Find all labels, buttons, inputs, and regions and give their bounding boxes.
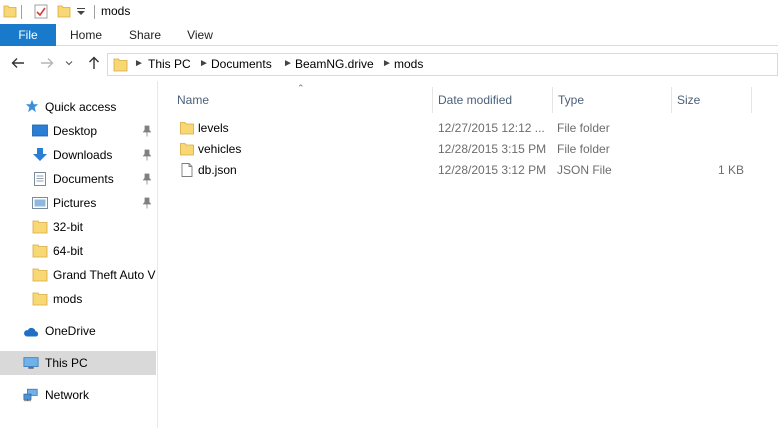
pin-icon[interactable]	[142, 125, 152, 137]
customize-toolbar-icon[interactable]	[77, 8, 85, 16]
nav-label: Documents	[53, 172, 114, 186]
up-arrow-icon[interactable]	[86, 55, 102, 71]
cloud-icon	[24, 327, 39, 337]
nav-item-downloads[interactable]: Downloads	[0, 143, 156, 167]
tab-share[interactable]: Share	[129, 24, 161, 46]
pin-icon[interactable]	[142, 197, 152, 209]
title-divider	[94, 5, 95, 19]
file-icon	[181, 163, 193, 177]
address-bar[interactable]: ► This PC ► Documents ► BeamNG.drive ► m…	[107, 53, 778, 76]
folder-icon	[32, 220, 48, 234]
forward-arrow-icon[interactable]	[39, 55, 55, 71]
column-header-type[interactable]: Type	[552, 85, 671, 115]
folder-icon	[32, 244, 48, 258]
list-item[interactable]: db.json 12/28/2015 3:12 PM JSON File 1 K…	[174, 160, 764, 181]
nav-this-pc[interactable]: This PC	[0, 351, 156, 375]
breadcrumb-separator-icon[interactable]: ►	[283, 58, 293, 69]
breadcrumb-this-pc[interactable]: This PC	[148, 57, 191, 71]
column-header-date-modified[interactable]: Date modified	[432, 85, 552, 115]
file-type: File folder	[557, 121, 610, 135]
file-size: 1 KB	[717, 163, 744, 177]
nav-label: Pictures	[53, 196, 97, 210]
file-type: JSON File	[557, 163, 612, 177]
breadcrumb-mods[interactable]: mods	[394, 57, 423, 71]
folder-icon	[180, 122, 194, 135]
nav-item-desktop[interactable]: Desktop	[0, 119, 156, 143]
nav-label: Desktop	[53, 124, 98, 138]
toolbar-divider	[21, 5, 22, 19]
nav-label: 64-bit	[53, 244, 84, 258]
breadcrumb-separator-icon[interactable]: ►	[382, 58, 392, 69]
nav-item-32-bit[interactable]: 32-bit	[0, 215, 156, 239]
nav-network[interactable]: Network	[0, 383, 156, 407]
ribbon-tabs: File Home Share View	[0, 24, 778, 46]
nav-item-documents[interactable]: Documents	[0, 167, 156, 191]
folder-icon	[180, 143, 194, 156]
computer-icon	[23, 357, 39, 369]
nav-item-64-bit[interactable]: 64-bit	[0, 239, 156, 263]
breadcrumb-beamng-drive[interactable]: BeamNG.drive	[295, 57, 374, 71]
navigation-pane: Quick access Desktop Downloads Documents…	[0, 81, 158, 428]
desktop-icon	[32, 124, 48, 137]
tab-file[interactable]: File	[0, 24, 56, 46]
nav-label: This PC	[45, 356, 88, 370]
title-bar: mods	[0, 0, 778, 24]
folder-icon	[113, 58, 128, 72]
nav-label: Quick access	[45, 100, 117, 114]
folder-icon	[32, 268, 48, 282]
date-modified: 12/28/2015 3:12 PM	[438, 163, 547, 177]
column-header-name[interactable]: Name	[171, 85, 432, 115]
back-arrow-icon[interactable]	[10, 55, 26, 71]
documents-icon	[34, 172, 46, 186]
date-modified: 12/27/2015 12:12 ...	[438, 121, 545, 135]
new-folder-icon[interactable]	[57, 4, 71, 18]
properties-icon[interactable]	[34, 4, 48, 19]
nav-label: Grand Theft Auto V	[53, 268, 156, 282]
list-item[interactable]: levels 12/27/2015 12:12 ... File folder	[174, 118, 764, 139]
breadcrumb-documents[interactable]: Documents	[211, 57, 272, 71]
tab-view[interactable]: View	[187, 24, 213, 46]
breadcrumb-separator-icon[interactable]: ►	[199, 58, 209, 69]
nav-item-mods[interactable]: mods	[0, 287, 156, 311]
pin-icon[interactable]	[142, 149, 152, 161]
nav-label: OneDrive	[45, 324, 96, 338]
list-item[interactable]: vehicles 12/28/2015 3:15 PM File folder	[174, 139, 764, 160]
nav-item-grand-theft-auto-v[interactable]: Grand Theft Auto V	[0, 263, 156, 287]
file-type: File folder	[557, 142, 610, 156]
tab-home[interactable]: Home	[70, 24, 102, 46]
file-name: db.json	[198, 163, 237, 177]
recent-locations-icon[interactable]	[65, 59, 73, 67]
breadcrumb-separator-icon[interactable]: ►	[134, 58, 144, 69]
nav-label: Network	[45, 388, 90, 402]
pictures-icon	[32, 197, 48, 209]
window-title: mods	[101, 4, 131, 18]
downloads-icon	[33, 148, 47, 161]
pin-icon[interactable]	[142, 173, 152, 185]
nav-label: mods	[53, 292, 83, 306]
folder-icon	[32, 292, 48, 306]
star-icon	[25, 99, 39, 113]
folder-icon[interactable]	[3, 4, 17, 18]
nav-label: Downloads	[53, 148, 113, 162]
nav-label: 32-bit	[53, 220, 84, 234]
column-header-size[interactable]: Size	[671, 85, 751, 115]
file-name: vehicles	[198, 142, 242, 156]
file-list: ⌃ Name Date modified Type Size levels 12…	[160, 81, 778, 428]
nav-quick-access[interactable]: Quick access	[0, 95, 156, 119]
file-name: levels	[198, 121, 229, 135]
nav-onedrive[interactable]: OneDrive	[0, 319, 156, 343]
navigation-bar: ► This PC ► Documents ► BeamNG.drive ► m…	[0, 47, 778, 81]
date-modified: 12/28/2015 3:15 PM	[438, 142, 547, 156]
nav-item-pictures[interactable]: Pictures	[0, 191, 156, 215]
column-divider[interactable]	[751, 87, 752, 113]
network-icon	[23, 388, 38, 402]
